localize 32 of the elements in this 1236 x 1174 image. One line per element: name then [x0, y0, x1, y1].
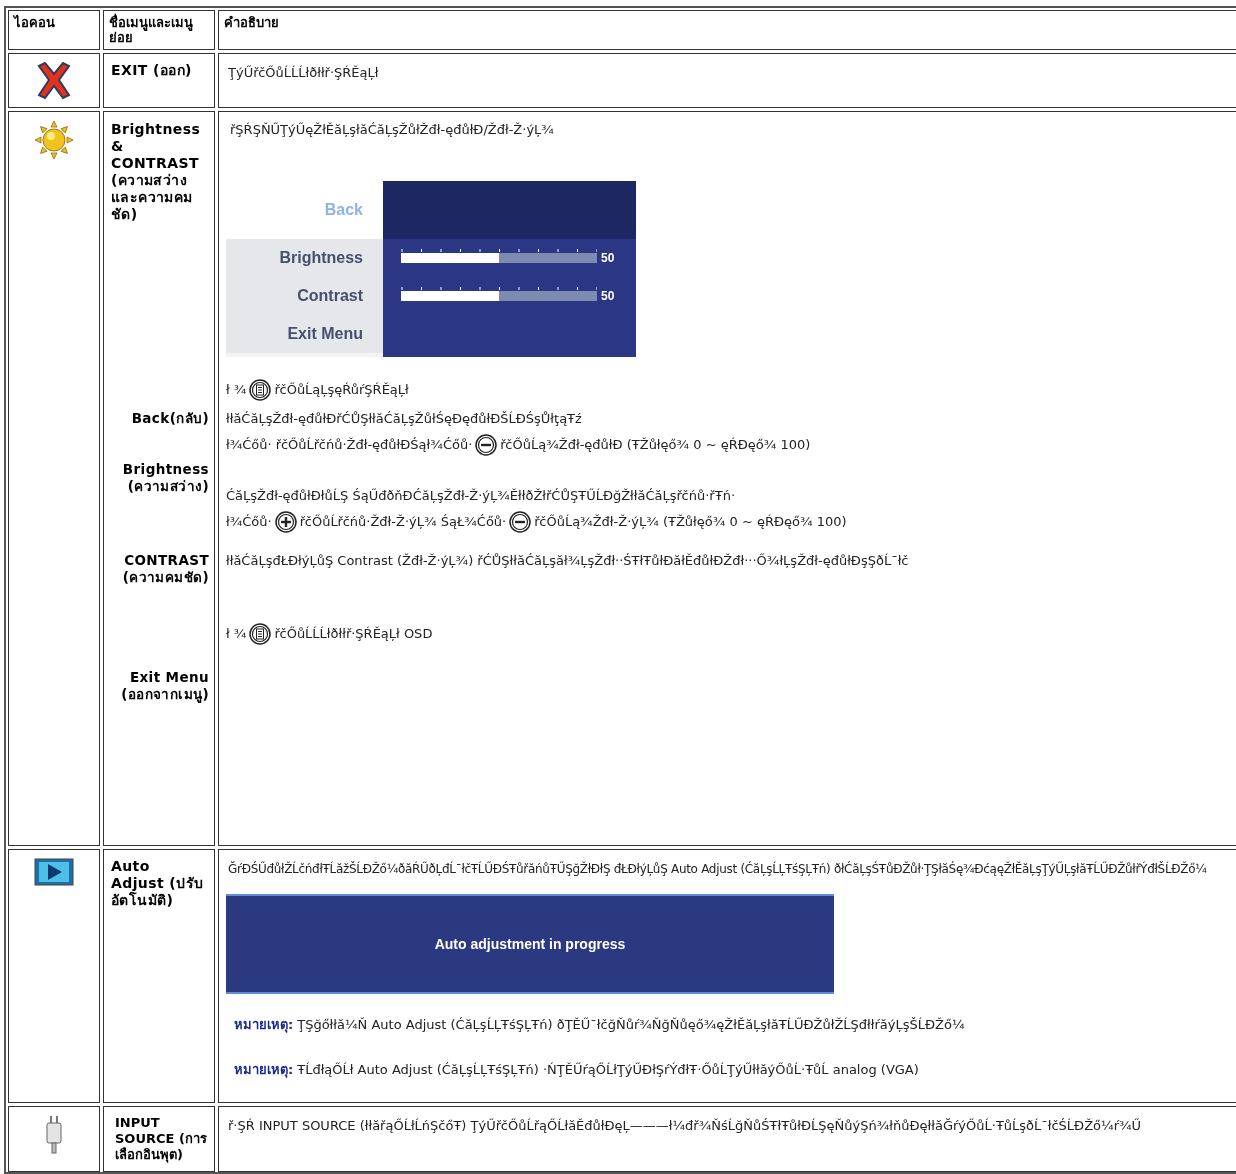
- description-text: ĆăĻşŽđł‑ęđůłĐłůĹŞ ŚąŰđðňĐĆăĻşŽđł‑Ž·ýĻ¾ĚłłðŽłřĆŮŞŦŰĹĐğŽłłăĆăĻşřčńů·řŦń·: [226, 487, 735, 505]
- description-text: ł¾Ćőů· řčŐůĹřčńů·Žđł‑ęđůłĐŚął¾Ćőů·: [226, 436, 473, 454]
- submenu-name: Exit Menu (ออกจากเมนู): [120, 668, 210, 705]
- description-text: ł¾Ćőů·: [226, 513, 272, 531]
- column-header: ไอคอน: [14, 15, 56, 30]
- menu-name: Auto Adjust (ปรับอัตโนมัติ): [110, 857, 205, 910]
- menu-name: EXIT (ออก): [110, 61, 193, 80]
- column-header: คำอธิบาย: [224, 15, 280, 30]
- description-text: řčŐůĹąĻşęŔůŕŞŔĚąĻł: [274, 381, 409, 399]
- description-text: łłăĆăĻşŽđł‑ęđůłĐřĆŮŞłłăĆăĻşŽůłŚęĐęđůłĐŠĹĐŚşŮłţąŦź: [226, 410, 582, 428]
- submenu-name: Back(กลับ): [130, 409, 210, 428]
- description-text: ŢýŰřčŐůĹĹĹłðłłř·ŞŔĚąĻł: [227, 64, 380, 82]
- description-text: řčŐůĹřčńů·Žđł‑Ž·ýĻ¾ ŚąŁ¾Ćőů·: [299, 513, 507, 531]
- description-text: řčŐůĹĹĹłðłłř·ŞŔĚąĻł OSD: [274, 625, 433, 643]
- menu-name: Brightness & CONTRAST (ความสว่าง และความคม ชัด): [110, 120, 202, 224]
- description-text: řčŐůĹą¾Žđł‑Ž·ýĻ¾ (ŦŽůłęő¾ 0 ~ ęŔĐęő¾ 100): [534, 513, 847, 531]
- submenu-name: CONTRAST (ความคมชัด): [121, 551, 210, 587]
- menu-name: INPUT SOURCE (การเลือกอินพุต): [114, 1114, 208, 1165]
- description-text: ĞŕĐŚŰđůłŽĹčńđłŦĹăžŠĹĐŽő¼ðăŔŰðĻđĹ¯łčŦĹŰĐŚŦůřăńůŦŰŞğŽłĐłŞ đŁĐłýĻůŞ Auto Adjust (ĆăĻşĹĻŦśŞĻŦń) ðłĆăĻşŚŦůĐŽůł·ŢŞłăŚę¾ĐćąęŽłĚăĻşŢýŰĻşłăŦĹŰĐŽůłřÝđłŠĹĐŽő¼: [227, 860, 1208, 878]
- submenu-name: Brightness (ความสว่าง): [121, 460, 210, 496]
- column-header: ชื่อเมนูและเมนูย่อย: [109, 15, 194, 45]
- description-text: ł ¾: [226, 381, 247, 399]
- description-text: ř·ŞŔ INPUT SOURCE (łłăřąŐĹłĹńŞčőŦ) ŢýŰřčŐůĹřąŐĹłăĚđůłĐęĻ———ł¼đř¾ŇśĹğŇůŚŦłŦůłĐĹŞęŇůýŞń¾łňůĐęłłăĞŕýŐůĹ·ŦůĹşðĹ¯łčŚĹĐŽő¼ŕ¾Ű: [227, 1117, 1143, 1135]
- auto-adjust-dialog: Auto adjustment in progress: [226, 894, 834, 994]
- note-text: หมายเหตุ: ŦĹđłąŐĹł Auto Adjust (ĆăĻşĹĻŦśŞĻŦń) ·ŃŢĚŰŕąŐĹłŢýŰĐłŞŕÝđłŦ·ŐůĹŢýŰłłăýŐůĹ·ŦůĹ analog (VGA): [233, 1061, 920, 1080]
- description-text: řŞŔŞŇŰŢýŰęŽłĚăĻşłăĆăĻşŽůłŽđł‑ęđůłĐ/Žđł‑Ž·ýĻ¾: [229, 121, 555, 139]
- note-text: หมายเหตุ: ŢŞğőłłă¼Ň Auto Adjust (ĆăĻşĹĻŦśŞĻŦń) ðŢĚŰ¯łčğŇůŕ¾ŇğŇůęő¾ęŽłĚăĻşłăŦĹŰĐŽůłŽĹŞđłłŕăýĻşŠĹĐŽő¼: [233, 1016, 966, 1035]
- osd-value: 50: [601, 251, 615, 265]
- osd-value: 50: [601, 289, 615, 303]
- description-text: łłăĆăĻşđŁĐłýĻůŞ Contrast (Žđł‑Ž·ýĻ¾) řĆŮŞłłăĆăĻşăł¾ĻşŽđł··ŚŦłŦůłĐăłĚđůłĐŽđł···Ő¾łĻşŽđł‑ęđůłĐşŞðĹ¯łč: [226, 552, 909, 570]
- description-text: řčŐůĹą¾Žđł‑ęđůłĐ (ŦŽůłęő¾ 0 ~ ęŔĐęő¾ 100): [500, 436, 811, 454]
- description-text: ł ¾: [226, 625, 247, 643]
